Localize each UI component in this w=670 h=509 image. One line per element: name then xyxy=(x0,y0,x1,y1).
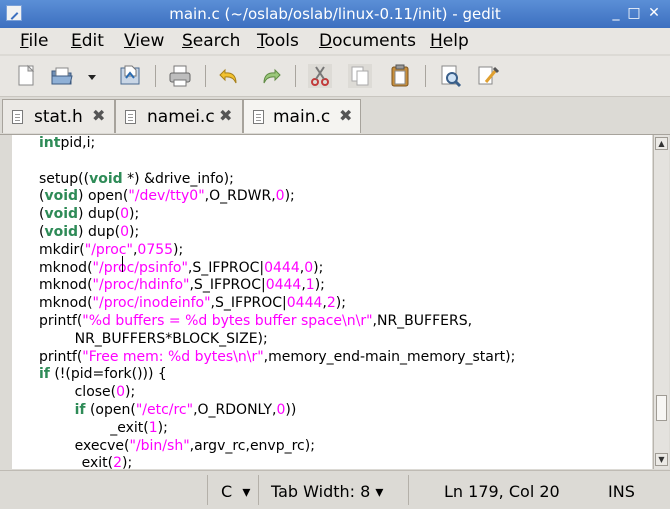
code-line: if (!(pid=fork())) { xyxy=(39,366,167,383)
find-icon[interactable] xyxy=(436,62,464,90)
scroll-down-button[interactable]: ▼ xyxy=(655,453,668,466)
code-line: mknod("/proc/inodeinfo",S_IFPROC|0444,2)… xyxy=(39,295,346,312)
title-bar: main.c (~/oslab/oslab/linux-0.11/init) -… xyxy=(0,0,670,28)
open-dropdown-icon[interactable] xyxy=(84,62,100,90)
close-tab-icon[interactable]: ✖ xyxy=(339,106,352,125)
text-file-icon xyxy=(253,110,264,124)
scrollbar-thumb[interactable] xyxy=(656,395,667,421)
print-icon[interactable] xyxy=(166,62,194,90)
document-tabs: stat.h ✖ namei.c ✖ main.c ✖ xyxy=(0,98,670,135)
code-line: mkdir("/proc",0755); xyxy=(39,241,184,258)
menu-bar: File Edit View Search Tools Documents He… xyxy=(0,28,670,54)
undo-icon[interactable] xyxy=(216,62,244,90)
code-line: printf("%d buffers = %d bytes buffer spa… xyxy=(39,313,473,329)
code-line: _exit(2); xyxy=(39,455,133,469)
code-line: (void) open("/dev/tty0",O_RDWR,0); xyxy=(39,188,295,205)
code-line: (void) dup(0); xyxy=(39,224,140,240)
code-line: _exit(1); xyxy=(39,419,168,436)
minimize-button[interactable]: _ xyxy=(608,5,624,21)
code-line: close(0); xyxy=(39,384,136,401)
status-bar: C ▾ Tab Width: 8 ▾ Ln 179, Col 20 INS xyxy=(0,470,670,509)
copy-icon[interactable] xyxy=(346,62,374,90)
paste-icon[interactable] xyxy=(386,62,414,90)
code-line: NR_BUFFERS*BLOCK_SIZE); xyxy=(39,330,268,347)
tab-stat-h[interactable]: stat.h ✖ xyxy=(2,99,115,133)
window-title: main.c (~/oslab/oslab/linux-0.11/init) -… xyxy=(169,5,501,23)
redo-icon[interactable] xyxy=(256,62,284,90)
code-line: intpid,i; xyxy=(39,135,96,151)
tab-main-c[interactable]: main.c ✖ xyxy=(243,99,361,133)
code-line: mknod("/proc/psinfo",S_IFPROC|0444,0); xyxy=(39,259,324,276)
open-icon[interactable] xyxy=(48,62,76,90)
tab-width-selector[interactable]: Tab Width: 8 ▾ xyxy=(271,482,383,501)
cursor-position: Ln 179, Col 20 xyxy=(444,482,560,501)
code-line: printf("Free mem: %d bytes\n\r",memory_e… xyxy=(39,348,516,365)
code-line: (void) dup(0); xyxy=(39,206,140,223)
menu-documents[interactable]: Documents xyxy=(319,31,416,51)
language-selector[interactable]: C ▾ xyxy=(221,482,250,501)
tab-namei-c[interactable]: namei.c ✖ xyxy=(115,99,243,133)
tab-label: namei.c xyxy=(147,107,215,127)
menu-help[interactable]: Help xyxy=(430,31,469,51)
menu-file[interactable]: File xyxy=(20,31,48,51)
code-line: mknod("/proc/hdinfo",S_IFPROC|0444,1); xyxy=(39,277,325,294)
text-cursor xyxy=(122,256,123,272)
new-document-icon[interactable] xyxy=(12,62,40,90)
insert-mode: INS xyxy=(608,482,635,501)
chevron-down-icon: ▾ xyxy=(242,482,251,501)
toolbar xyxy=(0,56,670,97)
maximize-button[interactable]: □ xyxy=(626,5,642,21)
menu-view[interactable]: View xyxy=(124,31,164,51)
code-line: execve("/bin/sh",argv_rc,envp_rc); xyxy=(39,437,315,454)
code-editor[interactable]: intpid,i; setup((void *) &drive_info); (vo… xyxy=(12,135,652,469)
cut-icon[interactable] xyxy=(306,62,334,90)
scroll-up-button[interactable]: ▲ xyxy=(655,137,668,150)
menu-tools[interactable]: Tools xyxy=(257,31,299,51)
text-file-icon xyxy=(12,110,23,124)
replace-icon[interactable] xyxy=(474,62,502,90)
save-icon[interactable] xyxy=(116,62,144,90)
close-tab-icon[interactable]: ✖ xyxy=(92,106,105,125)
code-line: if (open("/etc/rc",O_RDONLY,0)) xyxy=(74,402,297,418)
tab-label: main.c xyxy=(273,107,331,127)
chevron-down-icon: ▾ xyxy=(375,482,384,501)
text-file-icon xyxy=(125,110,136,124)
vertical-scrollbar[interactable]: ▲ ▼ xyxy=(653,135,669,469)
tab-label: stat.h xyxy=(34,107,83,127)
menu-edit[interactable]: Edit xyxy=(71,31,104,51)
close-tab-icon[interactable]: ✖ xyxy=(219,106,232,125)
menu-search[interactable]: Search xyxy=(182,31,240,51)
close-window-button[interactable]: ✕ xyxy=(646,5,662,21)
code-line: setup((void *) &drive_info); xyxy=(39,170,234,187)
